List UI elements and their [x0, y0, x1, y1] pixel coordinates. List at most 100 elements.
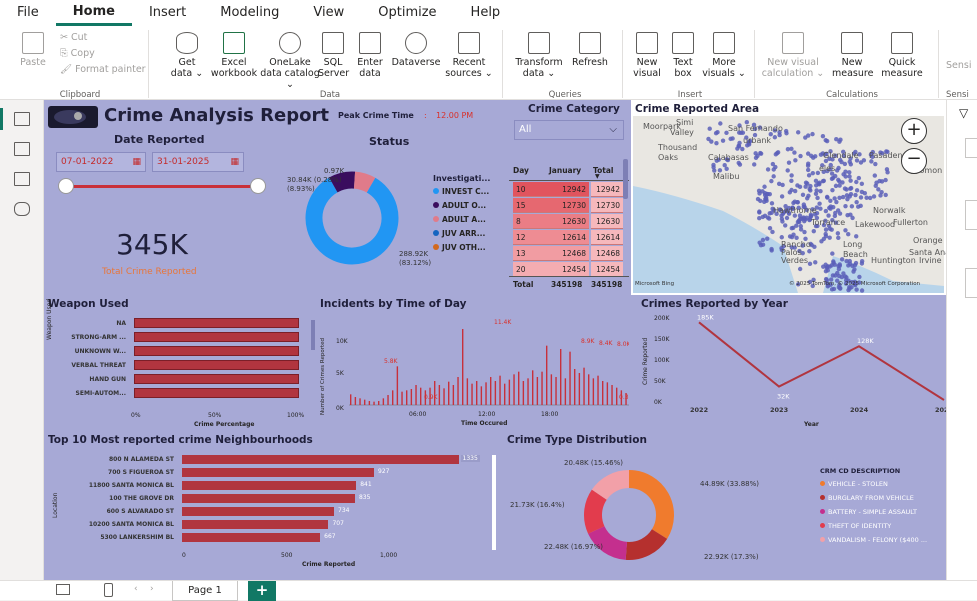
- time-bar[interactable]: [364, 399, 366, 405]
- time-bar[interactable]: [443, 388, 445, 405]
- dist-legend-item[interactable]: VANDALISM - FELONY ($400 ...: [820, 536, 927, 544]
- transform-data-button[interactable]: Transform data ⌄: [514, 32, 564, 79]
- text-box-button[interactable]: Text box: [668, 32, 698, 79]
- nbhd-bar[interactable]: [182, 481, 357, 490]
- time-bar[interactable]: [592, 378, 595, 405]
- prev-page-icon[interactable]: ‹: [134, 584, 138, 594]
- dist-legend-item[interactable]: THEFT OF IDENTITY: [820, 522, 891, 530]
- time-bar[interactable]: [434, 381, 436, 405]
- time-bar[interactable]: [378, 401, 380, 405]
- table-header-january[interactable]: January: [549, 166, 581, 175]
- next-page-icon[interactable]: ›: [150, 584, 154, 594]
- new-visual-calculation-button[interactable]: New visual calculation ⌄: [760, 32, 826, 79]
- time-bar[interactable]: [401, 391, 403, 405]
- weapon-scrollbar[interactable]: [311, 320, 315, 350]
- tab-page-1[interactable]: Page 1: [172, 581, 238, 601]
- get-data-button[interactable]: Get data ⌄: [170, 32, 204, 79]
- dist-slice[interactable]: [625, 528, 668, 560]
- time-bar[interactable]: [490, 377, 492, 405]
- time-bar[interactable]: [415, 385, 417, 405]
- table-row[interactable]: 12 12614 12614: [509, 230, 623, 246]
- mobile-view-icon[interactable]: [104, 583, 113, 597]
- time-bar[interactable]: [354, 397, 357, 405]
- time-bar[interactable]: [602, 381, 604, 405]
- table-scrollbar[interactable]: [623, 159, 628, 199]
- dataverse-button[interactable]: Dataverse: [390, 32, 442, 68]
- nbhd-bar[interactable]: [182, 533, 321, 542]
- time-bar[interactable]: [471, 383, 473, 405]
- refresh-button[interactable]: Refresh: [568, 32, 612, 68]
- time-bar[interactable]: [494, 381, 497, 405]
- model-view-icon[interactable]: [14, 172, 30, 186]
- date-slider-end-handle[interactable]: [250, 178, 266, 194]
- date-slider-start-handle[interactable]: [58, 178, 74, 194]
- report-view-icon[interactable]: [14, 112, 30, 126]
- time-bar[interactable]: [522, 381, 525, 405]
- status-legend-item[interactable]: ADULT O...: [433, 201, 486, 210]
- time-bar[interactable]: [564, 378, 567, 405]
- time-bar[interactable]: [532, 370, 534, 405]
- time-bar[interactable]: [597, 375, 599, 405]
- time-bar[interactable]: [527, 378, 529, 405]
- enter-data-button[interactable]: Enter data: [354, 32, 386, 79]
- dist-slice[interactable]: [628, 470, 674, 539]
- date-from-input[interactable]: 07-01-2022 ▦: [56, 152, 146, 172]
- time-bar[interactable]: [396, 366, 399, 405]
- dax-query-icon[interactable]: [14, 202, 30, 216]
- nbhd-scrollbar[interactable]: [492, 455, 496, 550]
- time-bar[interactable]: [508, 379, 511, 405]
- year-line[interactable]: [698, 321, 945, 401]
- dist-slice[interactable]: [584, 489, 608, 534]
- weapon-bar[interactable]: [134, 332, 299, 342]
- time-bar[interactable]: [606, 382, 609, 405]
- status-legend-item[interactable]: JUV ARR...: [433, 229, 485, 238]
- table-row[interactable]: 10 12942 12942: [509, 182, 623, 198]
- time-bar[interactable]: [392, 390, 394, 405]
- status-legend-item[interactable]: INVEST C...: [433, 187, 489, 196]
- menu-optimize[interactable]: Optimize: [361, 0, 453, 26]
- zoom-out-button[interactable]: −: [901, 148, 927, 174]
- filter-card[interactable]: [965, 138, 977, 158]
- time-bar[interactable]: [518, 371, 520, 405]
- time-bar[interactable]: [410, 389, 413, 405]
- excel-button[interactable]: Excel workbook: [208, 32, 260, 79]
- menu-file[interactable]: File: [0, 0, 56, 26]
- new-measure-button[interactable]: New measure: [832, 32, 873, 79]
- sql-server-button[interactable]: SQL Server: [318, 32, 349, 79]
- quick-measure-button[interactable]: Quick measure: [880, 32, 924, 79]
- more-visuals-button[interactable]: More visuals ⌄: [702, 32, 746, 79]
- date-slider-track[interactable]: [66, 185, 258, 188]
- time-bar[interactable]: [373, 401, 375, 405]
- time-bar[interactable]: [499, 375, 501, 405]
- time-bar[interactable]: [560, 349, 562, 405]
- status-legend-item[interactable]: ADULT A...: [433, 215, 486, 224]
- table-view-icon[interactable]: [14, 142, 30, 156]
- calendar-icon[interactable]: ▦: [132, 153, 141, 171]
- time-bar[interactable]: [513, 374, 515, 405]
- filter-card[interactable]: [965, 268, 977, 298]
- time-bar[interactable]: [611, 385, 613, 405]
- filter-card[interactable]: [965, 200, 977, 230]
- time-bar[interactable]: [583, 367, 585, 405]
- weapon-bar[interactable]: [134, 388, 299, 398]
- weapon-bar[interactable]: [134, 318, 299, 328]
- time-bar[interactable]: [382, 398, 385, 405]
- time-bar[interactable]: [588, 374, 590, 405]
- menu-view[interactable]: View: [296, 0, 361, 26]
- dist-legend-item[interactable]: BURGLARY FROM VEHICLE: [820, 494, 914, 502]
- menu-home[interactable]: Home: [55, 0, 132, 26]
- format-painter-button[interactable]: 🖌 Format painter: [60, 64, 146, 75]
- table-row[interactable]: 13 12468 12468: [509, 246, 623, 262]
- nbhd-bar[interactable]: [182, 455, 459, 464]
- time-bar[interactable]: [485, 382, 487, 405]
- table-row[interactable]: 15 12730 12730: [509, 198, 623, 214]
- time-bar[interactable]: [546, 345, 548, 405]
- time-bar[interactable]: [420, 387, 422, 405]
- time-bar[interactable]: [452, 385, 455, 405]
- time-bar[interactable]: [438, 385, 441, 405]
- status-legend-item[interactable]: JUV OTH...: [433, 243, 486, 252]
- time-bar[interactable]: [480, 386, 483, 405]
- calendar-icon[interactable]: ▦: [230, 153, 239, 171]
- weapon-bar[interactable]: [134, 346, 299, 356]
- table-header-day[interactable]: Day: [513, 166, 529, 175]
